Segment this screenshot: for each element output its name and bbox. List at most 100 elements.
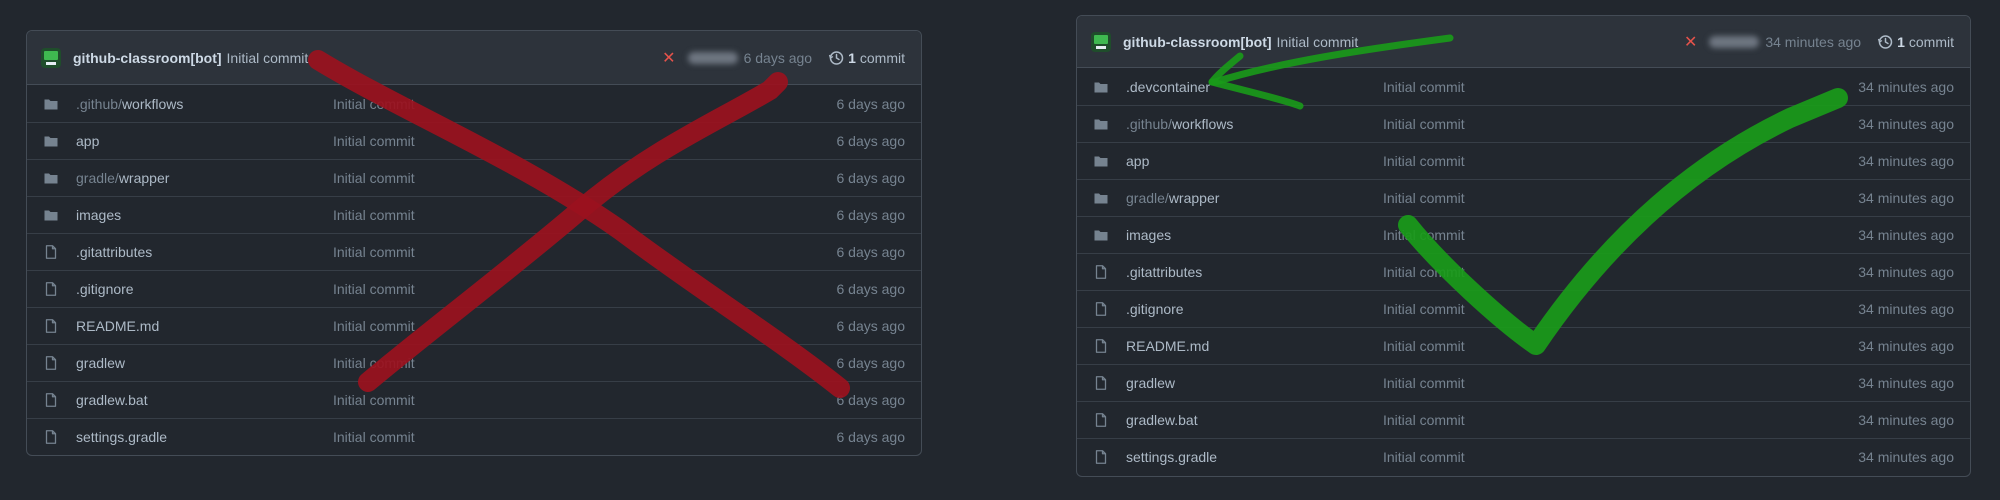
commit-age[interactable]: 6 days ago bbox=[837, 170, 906, 186]
file-name-link[interactable]: gradlew bbox=[1126, 375, 1383, 391]
file-name-link[interactable]: .github/workflows bbox=[1126, 116, 1383, 132]
commit-age[interactable]: 6 days ago bbox=[837, 281, 906, 297]
commit-message-link[interactable]: Initial commit bbox=[333, 318, 837, 334]
commit-age[interactable]: 34 minutes ago bbox=[1858, 449, 1954, 465]
file-row[interactable]: .gitattributes Initial commit 6 days ago bbox=[27, 233, 921, 270]
commit-message-link[interactable]: Initial commit bbox=[1383, 190, 1858, 206]
commit-message-link[interactable]: Initial commit bbox=[333, 96, 837, 112]
x-icon[interactable]: ✕ bbox=[1684, 32, 1697, 52]
commit-age[interactable]: 6 days ago bbox=[837, 244, 906, 260]
file-name-link[interactable]: gradlew bbox=[76, 355, 333, 371]
file-name-link[interactable]: README.md bbox=[1126, 338, 1383, 354]
file-row[interactable]: README.md Initial commit 6 days ago bbox=[27, 307, 921, 344]
file-row[interactable]: gradlew.bat Initial commit 6 days ago bbox=[27, 381, 921, 418]
file-name-link[interactable]: README.md bbox=[76, 318, 333, 334]
x-icon[interactable]: ✕ bbox=[662, 48, 675, 68]
commit-message-link[interactable]: Initial commit bbox=[333, 244, 837, 260]
commit-message-link[interactable]: Initial commit bbox=[1383, 301, 1858, 317]
commit-message-link[interactable]: Initial commit bbox=[1383, 412, 1858, 428]
commit-count[interactable]: 1 bbox=[848, 50, 856, 66]
history-icon[interactable] bbox=[1877, 34, 1893, 50]
file-name-link[interactable]: app bbox=[1126, 153, 1383, 169]
commit-message-link[interactable]: Initial commit bbox=[1383, 153, 1858, 169]
file-name-link[interactable]: gradlew.bat bbox=[1126, 412, 1383, 428]
commit-message-link[interactable]: Initial commit bbox=[1277, 34, 1359, 50]
commit-age[interactable]: 6 days ago bbox=[837, 355, 906, 371]
file-row[interactable]: gradlew Initial commit 6 days ago bbox=[27, 344, 921, 381]
commit-age[interactable]: 34 minutes ago bbox=[1858, 301, 1954, 317]
commit-count[interactable]: 1 bbox=[1897, 34, 1905, 50]
commit-message-link[interactable]: Initial commit bbox=[333, 392, 837, 408]
commit-age[interactable]: 6 days ago bbox=[837, 429, 906, 445]
commit-message-link[interactable]: Initial commit bbox=[333, 207, 837, 223]
file-row[interactable]: gradle/wrapper Initial commit 34 minutes a… bbox=[1077, 179, 1970, 216]
file-name-link[interactable]: gradlew.bat bbox=[76, 392, 333, 408]
commit-age[interactable]: 34 minutes ago bbox=[1858, 264, 1954, 280]
file-row[interactable]: .gitignore Initial commit 6 days ago bbox=[27, 270, 921, 307]
commit-age[interactable]: 6 days ago bbox=[837, 318, 906, 334]
file-row[interactable]: README.md Initial commit 34 minutes ago bbox=[1077, 327, 1970, 364]
commit-age[interactable]: 6 days ago bbox=[837, 392, 906, 408]
commit-author-link[interactable]: github-classroom[bot] bbox=[73, 50, 222, 66]
file-row[interactable]: settings.gradle Initial commit 34 minutes … bbox=[1077, 438, 1970, 475]
file-name-link[interactable]: app bbox=[76, 133, 333, 149]
file-row[interactable]: images Initial commit 6 days ago bbox=[27, 196, 921, 233]
commit-time[interactable]: 34 minutes ago bbox=[1765, 34, 1861, 50]
file-row[interactable]: settings.gradle Initial commit 6 days ago bbox=[27, 418, 921, 455]
history-icon[interactable] bbox=[828, 50, 844, 66]
file-row[interactable]: .gitattributes Initial commit 34 minutes a… bbox=[1077, 253, 1970, 290]
file-row[interactable]: images Initial commit 34 minutes ago bbox=[1077, 216, 1970, 253]
file-row[interactable]: .gitignore Initial commit 34 minutes ago bbox=[1077, 290, 1970, 327]
commit-age[interactable]: 34 minutes ago bbox=[1858, 338, 1954, 354]
commit-age[interactable]: 34 minutes ago bbox=[1858, 375, 1954, 391]
file-name-link[interactable]: gradle/wrapper bbox=[1126, 190, 1383, 206]
avatar[interactable] bbox=[41, 47, 61, 68]
commit-age[interactable]: 34 minutes ago bbox=[1858, 227, 1954, 243]
file-row[interactable]: gradlew.bat Initial commit 34 minutes ago bbox=[1077, 401, 1970, 438]
file-name-link[interactable]: .gitignore bbox=[76, 281, 333, 297]
commit-author-link[interactable]: github-classroom[bot] bbox=[1123, 34, 1272, 50]
file-name-link[interactable]: .gitattributes bbox=[76, 244, 333, 260]
file-name-link[interactable]: .devcontainer bbox=[1126, 79, 1383, 95]
commit-message-link[interactable]: Initial commit bbox=[1383, 338, 1858, 354]
file-name-link[interactable]: images bbox=[1126, 227, 1383, 243]
file-row[interactable]: gradle/wrapper Initial commit 6 days ago bbox=[27, 159, 921, 196]
commit-message-link[interactable]: Initial commit bbox=[333, 170, 837, 186]
file-name-link[interactable]: .gitignore bbox=[1126, 301, 1383, 317]
file-row[interactable]: app Initial commit 6 days ago bbox=[27, 122, 921, 159]
commit-message-link[interactable]: Initial commit bbox=[1383, 264, 1858, 280]
commit-message-link[interactable]: Initial commit bbox=[1383, 79, 1858, 95]
commit-age[interactable]: 6 days ago bbox=[837, 96, 906, 112]
commit-age[interactable]: 34 minutes ago bbox=[1858, 190, 1954, 206]
commit-message-link[interactable]: Initial commit bbox=[1383, 227, 1858, 243]
file-row[interactable]: app Initial commit 34 minutes ago bbox=[1077, 142, 1970, 179]
file-name-link[interactable]: .gitattributes bbox=[1126, 264, 1383, 280]
avatar[interactable] bbox=[1091, 31, 1111, 52]
file-name-link[interactable]: images bbox=[76, 207, 333, 223]
file-row[interactable]: .github/workflows Initial commit 34 minute… bbox=[1077, 105, 1970, 142]
commit-message-link[interactable]: Initial commit bbox=[1383, 449, 1858, 465]
commit-message-link[interactable]: Initial commit bbox=[333, 429, 837, 445]
file-name-link[interactable]: gradle/wrapper bbox=[76, 170, 333, 186]
commit-message-link[interactable]: Initial commit bbox=[333, 355, 837, 371]
commit-message-link[interactable]: Initial commit bbox=[1383, 116, 1858, 132]
file-row[interactable]: .devcontainer Initial commit 34 minutes ag… bbox=[1077, 68, 1970, 105]
commit-age[interactable]: 34 minutes ago bbox=[1858, 153, 1954, 169]
commit-message-link[interactable]: Initial commit bbox=[227, 50, 309, 66]
file-row[interactable]: .github/workflows Initial commit 6 days ag… bbox=[27, 85, 921, 122]
commit-count-label[interactable]: commit bbox=[1909, 34, 1954, 50]
commit-age[interactable]: 34 minutes ago bbox=[1858, 79, 1954, 95]
file-name-link[interactable]: .github/workflows bbox=[76, 96, 333, 112]
file-row[interactable]: gradlew Initial commit 34 minutes ago bbox=[1077, 364, 1970, 401]
commit-time[interactable]: 6 days ago bbox=[744, 50, 813, 66]
commit-message-link[interactable]: Initial commit bbox=[333, 133, 837, 149]
file-name-link[interactable]: settings.gradle bbox=[1126, 449, 1383, 465]
commit-age[interactable]: 34 minutes ago bbox=[1858, 412, 1954, 428]
commit-age[interactable]: 34 minutes ago bbox=[1858, 116, 1954, 132]
file-name-link[interactable]: settings.gradle bbox=[76, 429, 333, 445]
commit-message-link[interactable]: Initial commit bbox=[333, 281, 837, 297]
commit-age[interactable]: 6 days ago bbox=[837, 133, 906, 149]
commit-count-label[interactable]: commit bbox=[860, 50, 905, 66]
commit-age[interactable]: 6 days ago bbox=[837, 207, 906, 223]
commit-message-link[interactable]: Initial commit bbox=[1383, 375, 1858, 391]
